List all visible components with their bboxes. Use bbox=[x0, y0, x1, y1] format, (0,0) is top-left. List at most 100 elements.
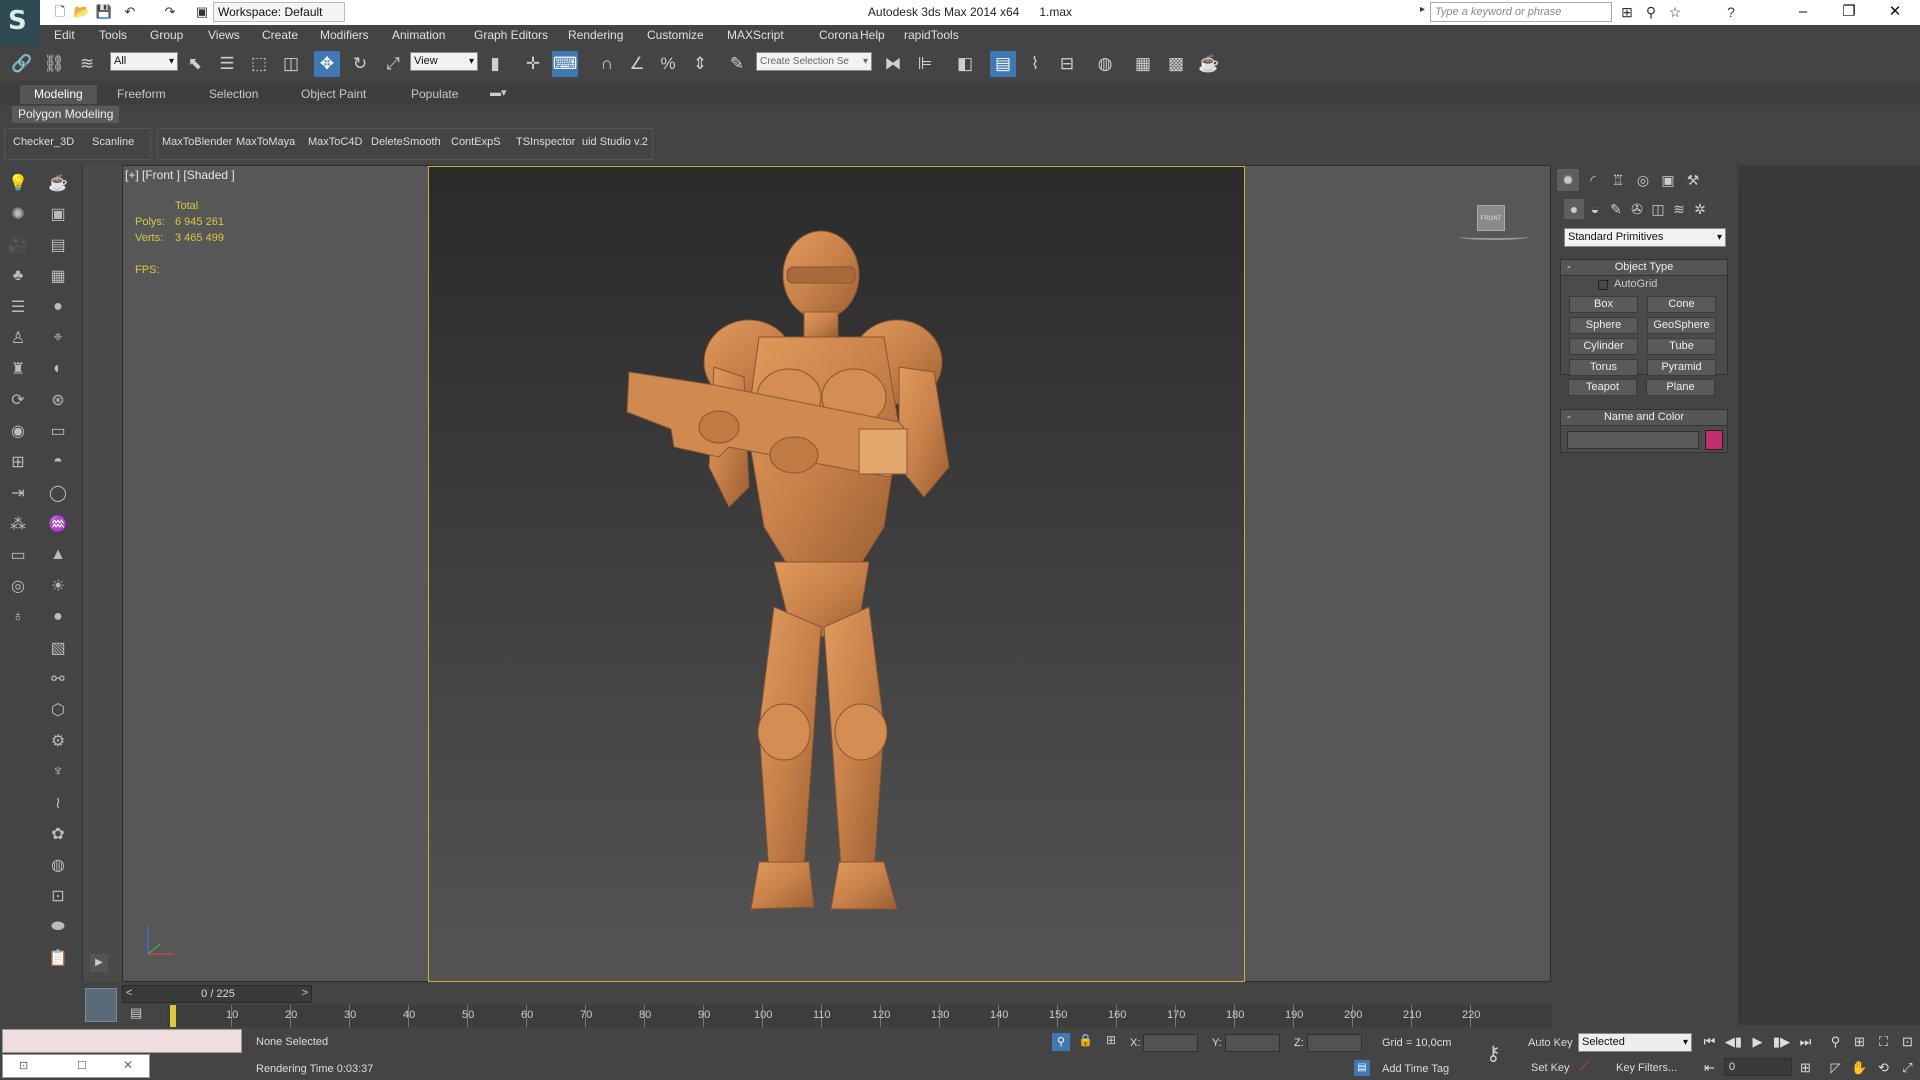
communication-center-icon[interactable]: ⚲ bbox=[1640, 3, 1662, 21]
ribbon-options-icon[interactable]: ▬▾ bbox=[490, 86, 507, 99]
object-name-input[interactable] bbox=[1567, 431, 1699, 449]
maxscript-window-controls[interactable]: ⊡ ☐ ✕ bbox=[2, 1054, 150, 1078]
z-coordinate-input[interactable] bbox=[1307, 1034, 1362, 1052]
app-logo[interactable]: S bbox=[0, 0, 40, 46]
curve-editor-icon[interactable]: ⌇ bbox=[1022, 51, 1048, 77]
menu-help[interactable]: Help bbox=[860, 25, 885, 46]
menu-rendering[interactable]: Rendering bbox=[568, 25, 623, 46]
tube-button[interactable]: Tube bbox=[1647, 338, 1716, 355]
mirror-icon[interactable]: ⧓ bbox=[880, 51, 906, 77]
menu-rapidtools[interactable]: rapidTools bbox=[904, 25, 959, 46]
goto-end-icon[interactable]: ⏭ bbox=[1796, 1032, 1815, 1051]
timeline-ruler[interactable]: 10 20 30 40 50 60 70 80 90 100 110 120 1… bbox=[167, 1005, 1552, 1027]
particles-icon[interactable]: ⁂ bbox=[5, 511, 31, 537]
tab-freeform[interactable]: Freeform bbox=[103, 85, 180, 104]
play-icon[interactable]: ▶ bbox=[1748, 1032, 1767, 1051]
list-icon[interactable]: ☰ bbox=[5, 294, 31, 320]
menu-create[interactable]: Create bbox=[262, 25, 298, 46]
script-tsinspector[interactable]: TSInspector bbox=[516, 136, 575, 148]
menu-animation[interactable]: Animation bbox=[392, 25, 445, 46]
absolute-mode-icon[interactable]: ⊞ bbox=[1106, 1033, 1116, 1047]
listener-close-icon[interactable]: ✕ bbox=[123, 1058, 133, 1072]
hair-fur-icon[interactable]: ≀ bbox=[45, 790, 71, 816]
script-scanline[interactable]: Scanline bbox=[92, 136, 134, 148]
menu-maxscript[interactable]: MAXScript bbox=[727, 25, 784, 46]
sphere-button[interactable]: Sphere bbox=[1569, 317, 1638, 334]
teapot-button[interactable]: Teapot bbox=[1568, 379, 1637, 396]
select-object-icon[interactable]: ⬉ bbox=[182, 51, 208, 77]
image-icon[interactable]: ▣ bbox=[45, 201, 71, 227]
pyramid-button[interactable]: Pyramid bbox=[1647, 359, 1716, 376]
set-key-button[interactable]: Set Key bbox=[1531, 1062, 1570, 1074]
menu-graph-editors[interactable]: Graph Editors bbox=[474, 25, 548, 46]
object-type-title[interactable]: - Object Type bbox=[1561, 260, 1727, 276]
x-coordinate-input[interactable] bbox=[1143, 1034, 1198, 1052]
scene-explorer-icon[interactable]: ▤ bbox=[990, 51, 1016, 77]
keyboard-shortcut-override-icon[interactable]: ⌨ bbox=[552, 51, 578, 77]
isolate-selection-icon[interactable]: ⚲ bbox=[1052, 1033, 1070, 1051]
new-scene-icon[interactable]: 🗋 bbox=[50, 3, 70, 21]
maxscript-listener-input[interactable] bbox=[2, 1029, 242, 1053]
grass-icon[interactable]: ♆ bbox=[45, 759, 71, 785]
script-maxtomaya[interactable]: MaxToMaya bbox=[236, 136, 295, 148]
eye-icon[interactable]: ◎ bbox=[5, 573, 31, 599]
select-and-rotate-icon[interactable]: ↻ bbox=[347, 51, 373, 77]
time-next-icon[interactable]: > bbox=[302, 987, 308, 999]
align-tool-icon[interactable]: ⊞ bbox=[5, 449, 31, 475]
menu-customize[interactable]: Customize bbox=[647, 25, 704, 46]
hemisphere-icon[interactable]: ◓ bbox=[45, 449, 71, 475]
script-maxtoblender[interactable]: MaxToBlender bbox=[162, 136, 232, 148]
hierarchy-tab-icon[interactable]: ♖ bbox=[1607, 169, 1629, 191]
open-file-icon[interactable]: 📂 bbox=[72, 3, 92, 21]
gear-icon[interactable]: ⚙ bbox=[45, 728, 71, 754]
geosphere-button[interactable]: GeoSphere bbox=[1647, 317, 1716, 334]
figure-icon[interactable]: ♙ bbox=[5, 325, 31, 351]
minimize-button[interactable]: – bbox=[1780, 0, 1826, 25]
character-model[interactable] bbox=[429, 167, 1244, 981]
close-button[interactable]: ✕ bbox=[1872, 0, 1918, 25]
script-checker-3d[interactable]: Checker_3D bbox=[13, 136, 74, 148]
pan-view-icon[interactable]: ✋ bbox=[1850, 1058, 1869, 1077]
binoculars-icon[interactable]: ⊞ bbox=[1616, 3, 1638, 21]
time-slider[interactable]: < 0 / 225 > bbox=[122, 985, 312, 1003]
undo-icon[interactable]: ↶ bbox=[120, 3, 140, 21]
current-frame-input[interactable]: 0 bbox=[1724, 1058, 1792, 1076]
utilities-tab-icon[interactable]: ⚒ bbox=[1682, 169, 1704, 191]
camera-icon[interactable]: 🎥 bbox=[5, 232, 31, 258]
tab-selection[interactable]: Selection bbox=[195, 85, 272, 104]
rendered-frame-window-icon[interactable]: ▩ bbox=[1163, 51, 1189, 77]
expand-arrow-icon[interactable]: ▶ bbox=[90, 954, 108, 972]
cut-plane-icon[interactable]: ◐ bbox=[45, 356, 71, 382]
align-icon[interactable]: ⊫ bbox=[912, 51, 938, 77]
search-expand-icon[interactable]: ▸ bbox=[1420, 4, 1425, 15]
ball-icon[interactable]: ● bbox=[45, 604, 71, 630]
geometry-icon[interactable]: ● bbox=[1564, 199, 1584, 219]
zoom-icon[interactable]: ⚲ bbox=[1826, 1032, 1845, 1051]
listener-icon[interactable]: ⊡ bbox=[19, 1059, 28, 1072]
link-icon[interactable]: 🔗 bbox=[9, 51, 35, 77]
teapot-icon[interactable]: ☕ bbox=[45, 170, 71, 196]
previous-frame-icon[interactable]: ◀▮ bbox=[1724, 1032, 1743, 1051]
tab-object-paint[interactable]: Object Paint bbox=[287, 85, 380, 104]
orbit-icon[interactable]: ⟲ bbox=[1874, 1058, 1893, 1077]
pivot-center-icon[interactable]: ▮ bbox=[482, 51, 508, 77]
biped-icon[interactable]: ♜ bbox=[5, 356, 31, 382]
viewcube[interactable]: FRONT bbox=[1459, 200, 1529, 240]
primitive-category-dropdown[interactable]: Standard Primitives bbox=[1564, 228, 1726, 247]
link-chain-icon[interactable]: ⚯ bbox=[45, 666, 71, 692]
omni-light-icon[interactable]: ✺ bbox=[5, 201, 31, 227]
y-coordinate-input[interactable] bbox=[1225, 1034, 1280, 1052]
material-editor-icon[interactable]: ◍ bbox=[1092, 51, 1118, 77]
key-curve-icon[interactable]: ⟋ bbox=[1580, 1058, 1589, 1074]
display-tab-icon[interactable]: ▣ bbox=[1657, 169, 1679, 191]
calendar-icon[interactable]: ▦ bbox=[45, 263, 71, 289]
viewcube-face[interactable]: FRONT bbox=[1477, 205, 1505, 231]
polygon-modeling-panel[interactable]: Polygon Modeling bbox=[12, 106, 120, 123]
select-and-move-icon[interactable]: ✥ bbox=[314, 51, 340, 77]
cone-icon[interactable]: ▲ bbox=[45, 542, 71, 568]
tab-modeling[interactable]: Modeling bbox=[20, 85, 97, 104]
restore-button[interactable]: ❐ bbox=[1826, 0, 1872, 25]
zoom-extents-icon[interactable]: ⛶ bbox=[1874, 1032, 1893, 1051]
menu-edit[interactable]: Edit bbox=[54, 25, 75, 46]
set-key-icon[interactable]: ⚷ bbox=[1486, 1041, 1501, 1066]
